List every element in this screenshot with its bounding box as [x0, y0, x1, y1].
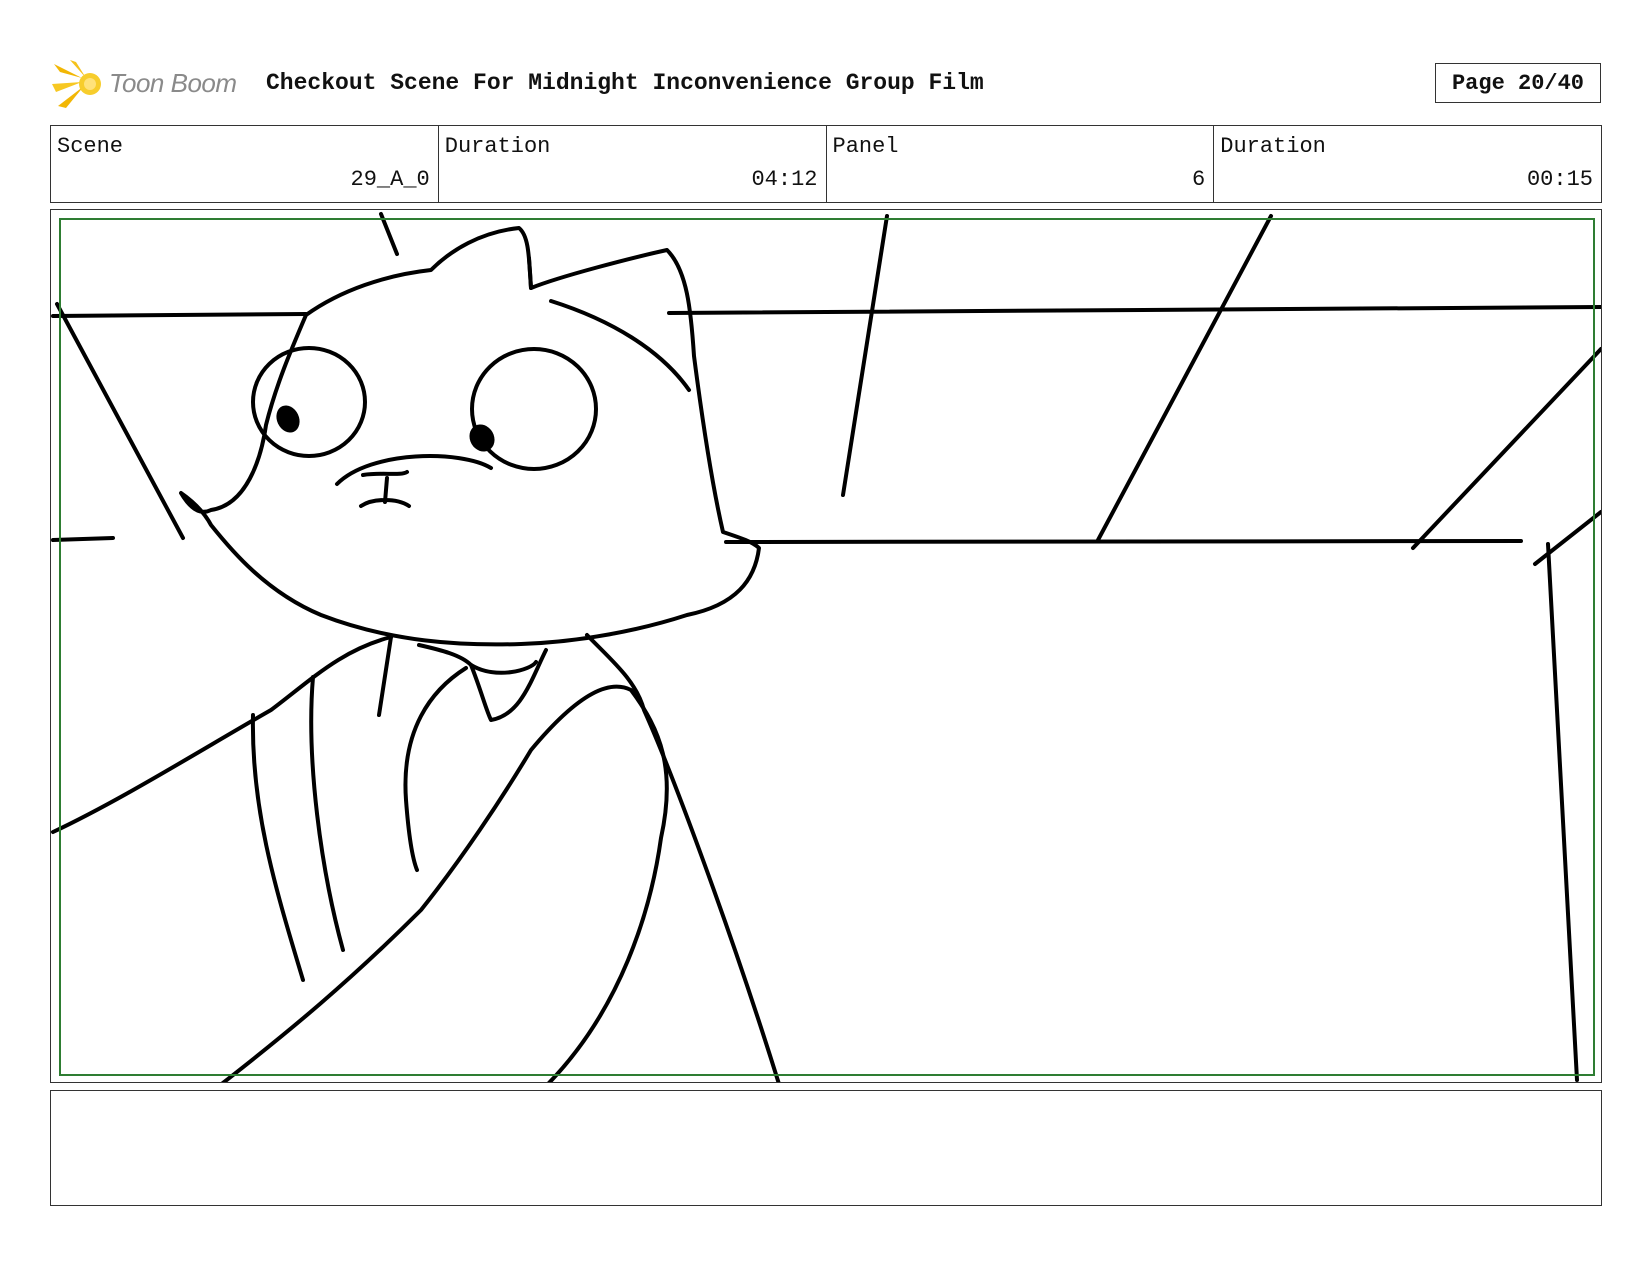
cat-brow [335, 454, 493, 486]
shirt-placket [403, 666, 468, 872]
back-line [585, 633, 781, 1082]
arm-line [220, 684, 669, 1082]
safe-frame [59, 218, 1595, 1076]
ceiling-line [667, 305, 1601, 315]
panel-label: Panel [832, 134, 899, 159]
collar [417, 643, 538, 675]
scene-info-row: Scene 29_A_0 Duration 04:12 Panel 6 Dura… [50, 125, 1602, 203]
suspender-left [250, 713, 305, 982]
toon-boom-logo: Toon Boom [52, 56, 252, 112]
cat-right-eye [470, 347, 598, 471]
panel-duration-value: 00:15 [1526, 167, 1593, 192]
ceiling-line [1096, 214, 1273, 542]
storyboard-panel [50, 209, 1602, 1083]
shoulder-line [51, 635, 393, 834]
suspender-right [309, 675, 345, 952]
ceiling-line [51, 536, 115, 542]
collar-line [377, 635, 393, 717]
ceiling-line [1411, 347, 1601, 550]
scene-duration-value: 04:12 [751, 167, 818, 192]
page-indicator: Page 20/40 [1435, 63, 1601, 103]
page-number: Page 20/40 [1451, 70, 1585, 96]
panel-cell: Panel 6 [827, 126, 1215, 202]
logo-text: Toon Boom [109, 68, 237, 98]
scene-duration-label: Duration [444, 134, 551, 159]
ceiling-line [55, 302, 185, 540]
panel-drawing [51, 212, 1601, 1082]
burst-icon [52, 60, 101, 108]
scene-label: Scene [57, 134, 124, 159]
cat-left-pupil [276, 405, 300, 433]
ceiling-line [724, 539, 1523, 544]
panel-value: 6 [1192, 167, 1206, 192]
document-title: Checkout Scene For Midnight Inconvenienc… [266, 70, 984, 96]
ceiling-line [841, 214, 889, 497]
ceiling-line [51, 312, 308, 318]
cat-right-pupil [469, 424, 495, 452]
cat-nose [361, 470, 409, 477]
cat-ear-inner [527, 256, 533, 290]
panel-notes-box [50, 1090, 1602, 1206]
scene-cell: Scene 29_A_0 [51, 126, 439, 202]
cat-mouth [359, 476, 411, 508]
wall-corner-line [1546, 542, 1579, 1082]
cat-left-eye [251, 346, 367, 458]
scene-duration-cell: Duration 04:12 [439, 126, 827, 202]
panel-duration-cell: Duration 00:15 [1214, 126, 1601, 202]
scene-value: 29_A_0 [350, 167, 430, 192]
ceiling-line [1533, 510, 1601, 566]
panel-duration-label: Duration [1220, 134, 1326, 159]
